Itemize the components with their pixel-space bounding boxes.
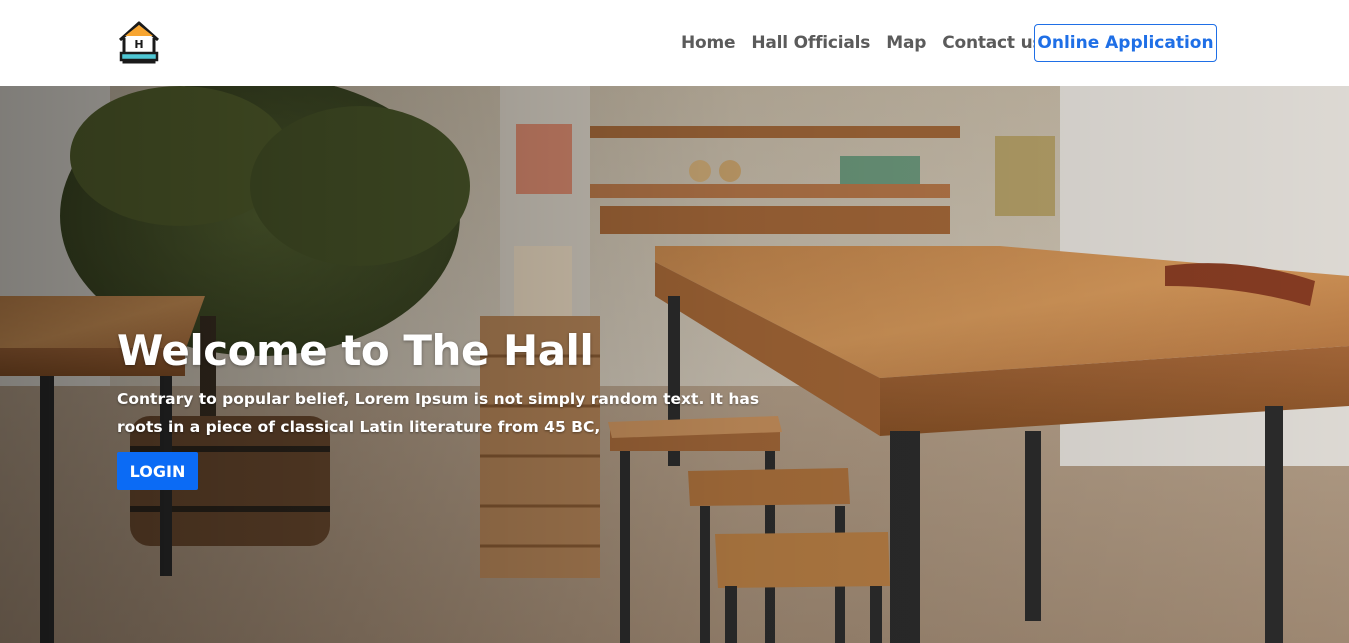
hero-content: Welcome to The Hall Contrary to popular … xyxy=(117,326,777,490)
hero-title: Welcome to The Hall xyxy=(117,326,594,375)
login-button[interactable]: LOGIN xyxy=(117,452,198,490)
house-h-icon[interactable]: H xyxy=(116,20,162,66)
hero-description: Contrary to popular belief, Lorem Ipsum … xyxy=(117,390,760,436)
hero-section: Welcome to The Hall Contrary to popular … xyxy=(0,86,1349,643)
nav-links: Home Hall Officials Map Contact us xyxy=(681,33,1043,53)
nav-link-hall-officials[interactable]: Hall Officials xyxy=(751,33,870,53)
nav-link-contact-us[interactable]: Contact us xyxy=(942,33,1042,53)
svg-text:H: H xyxy=(134,38,143,51)
nav-link-home[interactable]: Home xyxy=(681,33,736,53)
nav-link-map[interactable]: Map xyxy=(886,33,926,53)
navbar: H Home Hall Officials Map Contact us Onl… xyxy=(0,0,1349,86)
online-application-button[interactable]: Online Application xyxy=(1034,24,1217,62)
